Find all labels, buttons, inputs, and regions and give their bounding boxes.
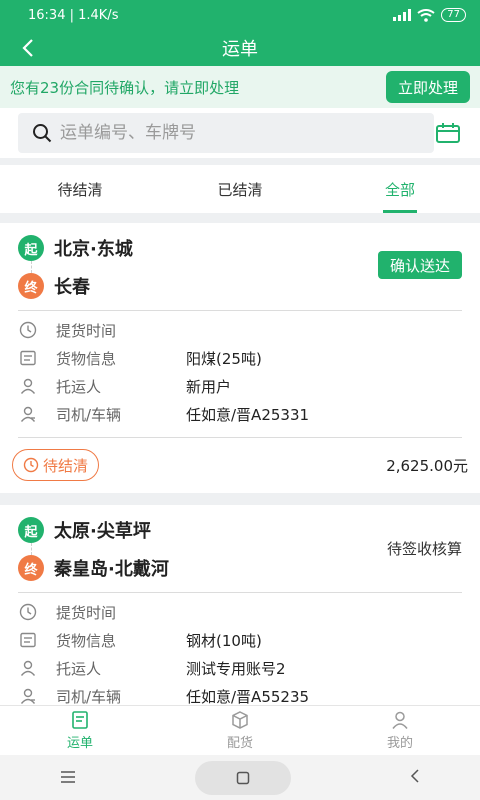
route: 起 北京·东城 终 长春: [18, 235, 133, 299]
back-button[interactable]: [14, 34, 42, 62]
status-tabs: 待结清 已结清 全部: [0, 165, 480, 213]
order-info: 提货时间 货物信息 阳煤(25吨) 托运人 新用户 司机/车辆 任如意/晋A25…: [18, 316, 462, 428]
system-nav: [0, 755, 480, 800]
user-icon: [18, 376, 38, 396]
divider: [18, 437, 462, 438]
cargo-row: 货物信息 钢材(10吨): [18, 626, 462, 654]
calendar-button[interactable]: [434, 119, 462, 147]
search-box[interactable]: [18, 113, 435, 153]
back-triangle-icon: [411, 769, 419, 783]
menu-icon: [60, 771, 75, 783]
route-connector: [31, 261, 133, 273]
nav-profile[interactable]: 我的: [320, 706, 480, 755]
search-input[interactable]: [60, 123, 400, 143]
driver-icon: [18, 404, 38, 424]
start-badge: 起: [18, 517, 44, 543]
search-icon: [33, 124, 52, 143]
cargo-doc-icon: [18, 630, 38, 650]
box-icon: [232, 711, 248, 729]
home-square-icon: [236, 771, 250, 784]
divider: [18, 592, 462, 593]
destination-city: 秦皇岛·北戴河: [54, 559, 169, 580]
handle-now-button[interactable]: 立即处理: [385, 71, 470, 103]
origin-city: 太原·尖草坪: [54, 521, 151, 542]
pickup-label: 提货时间: [56, 321, 117, 340]
route-connector: [31, 543, 169, 555]
status-time: 16:34 | 1.4K/s: [28, 7, 119, 23]
nav-label: 运单: [66, 736, 93, 751]
notice-text: 您有23份合同待确认，请立即处理: [10, 78, 240, 97]
tab-settled[interactable]: 已结清: [160, 165, 320, 213]
pickup-row: 提货时间: [18, 316, 462, 344]
cargo-value: 阳煤(25吨): [186, 349, 262, 368]
tab-all[interactable]: 全部: [320, 165, 480, 213]
order-status: 待签收核算: [386, 540, 462, 558]
pickup-row: 提货时间: [18, 598, 462, 626]
shipper-value: 测试专用账号2: [186, 659, 286, 678]
card-footer: 待结清 2,625.00元: [12, 448, 468, 482]
menu-button[interactable]: [60, 768, 76, 787]
route: 起 太原·尖草坪 终 秦皇岛·北戴河: [18, 517, 169, 581]
driver-value: 任如意/晋A55235: [186, 687, 310, 706]
confirm-delivery-button[interactable]: 确认送达: [377, 251, 462, 279]
user-icon: [18, 658, 38, 678]
cargo-doc-icon: [18, 348, 38, 368]
shipper-label: 托运人: [56, 377, 102, 396]
wifi-icon: [417, 8, 435, 22]
waybill-icon: [72, 711, 88, 729]
end-badge: 终: [18, 273, 44, 299]
bottom-nav: 运单 配货 我的: [0, 705, 480, 755]
cargo-label: 货物信息: [56, 349, 117, 368]
driver-row: 司机/车辆 任如意/晋A55235: [18, 682, 462, 705]
calendar-icon: [436, 123, 461, 143]
shipper-label: 托运人: [56, 659, 102, 678]
driver-row: 司机/车辆 任如意/晋A25331: [18, 400, 462, 428]
cargo-row: 货物信息 阳煤(25吨): [18, 344, 462, 372]
signal-icon: [393, 9, 412, 21]
nav-waybill[interactable]: 运单: [0, 706, 160, 755]
shipper-row: 托运人 新用户: [18, 372, 462, 400]
divider: [18, 310, 462, 311]
home-button[interactable]: [194, 760, 291, 795]
driver-label: 司机/车辆: [56, 405, 122, 424]
pill-label: 待结清: [43, 456, 89, 475]
tab-pending[interactable]: 待结清: [0, 165, 160, 213]
clock-icon: [23, 457, 39, 473]
person-icon: [392, 711, 408, 729]
contract-notice: 您有23份合同待确认，请立即处理 立即处理: [0, 66, 480, 108]
order-amount: 2,625.00元: [386, 456, 468, 475]
clock-icon: [18, 602, 38, 622]
order-card[interactable]: 起 太原·尖草坪 终 秦皇岛·北戴河 待签收核算 提货时间 货物信息 钢材(10…: [0, 505, 480, 705]
app-bar: 运单: [0, 30, 480, 66]
shipper-value: 新用户: [186, 377, 232, 396]
pending-status-pill[interactable]: 待结清: [12, 449, 100, 481]
driver-icon: [18, 686, 38, 705]
shipper-row: 托运人 测试专用账号2: [18, 654, 462, 682]
system-back-button[interactable]: [410, 768, 420, 787]
order-info: 提货时间 货物信息 钢材(10吨) 托运人 测试专用账号2 司机/车辆 任如意/…: [18, 598, 462, 705]
cargo-value: 钢材(10吨): [186, 631, 262, 650]
pickup-label: 提货时间: [56, 603, 117, 622]
origin-city: 北京·东城: [54, 239, 133, 260]
status-icons: 77: [393, 8, 466, 22]
search-row: [0, 108, 480, 158]
battery-icon: 77: [441, 8, 466, 22]
back-arrow-icon: [22, 39, 33, 57]
clock-icon: [18, 320, 38, 340]
page-title: 运单: [222, 39, 258, 60]
nav-dispatch[interactable]: 配货: [160, 706, 320, 755]
start-badge: 起: [18, 235, 44, 261]
end-badge: 终: [18, 555, 44, 581]
destination-city: 长春: [54, 277, 90, 298]
nav-label: 我的: [386, 736, 413, 751]
nav-label: 配货: [226, 736, 253, 751]
driver-label: 司机/车辆: [56, 687, 122, 706]
driver-value: 任如意/晋A25331: [186, 405, 310, 424]
status-bar: 16:34 | 1.4K/s 77: [0, 0, 480, 30]
cargo-label: 货物信息: [56, 631, 117, 650]
order-card[interactable]: 起 北京·东城 终 长春 确认送达 提货时间 货物信息 阳煤(25吨) 托运人 …: [0, 223, 480, 493]
